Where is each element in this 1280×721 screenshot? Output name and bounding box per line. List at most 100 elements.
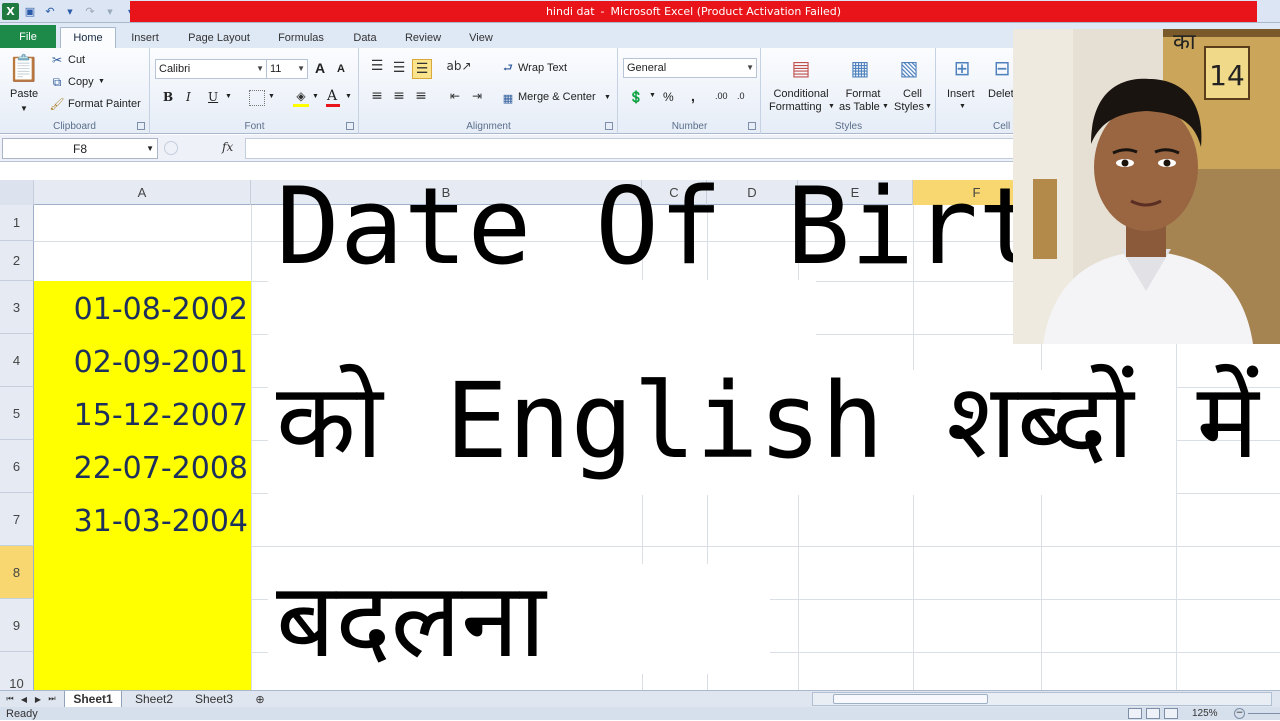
row-header[interactable]: 3 xyxy=(0,281,34,334)
page-break-view-icon[interactable] xyxy=(1164,708,1178,719)
copy-icon[interactable]: ⧉ xyxy=(50,75,64,89)
select-all-corner[interactable] xyxy=(0,180,34,205)
chevron-down-icon[interactable]: ▼ xyxy=(925,103,932,110)
wrap-text-button[interactable]: Wrap Text xyxy=(518,62,567,74)
copy-button[interactable]: Copy xyxy=(68,76,94,88)
decrease-indent-icon[interactable]: ⇤ xyxy=(446,88,464,104)
zoom-slider[interactable] xyxy=(1248,713,1280,714)
row-header[interactable]: 2 xyxy=(0,241,34,281)
chevron-down-icon[interactable]: ▼ xyxy=(345,93,352,100)
align-left-icon[interactable]: ≡ xyxy=(368,88,386,104)
redo-icon[interactable]: ↷ xyxy=(81,3,99,21)
date-cell[interactable]: 15-12-2007 xyxy=(34,389,248,442)
delete-cells-icon[interactable]: ⊟ xyxy=(989,54,1015,82)
delete-cells-button[interactable]: Delet xyxy=(988,88,1014,100)
dialog-launcher-icon[interactable] xyxy=(137,122,145,130)
conditional-formatting-label-2[interactable]: Formatting xyxy=(769,101,822,113)
tab-page-layout[interactable]: Page Layout xyxy=(178,27,260,48)
date-cell[interactable]: 22-07-2008 xyxy=(34,442,248,495)
sheet-tab-sheet1[interactable]: Sheet1 xyxy=(64,691,122,707)
first-sheet-icon[interactable]: ⏮ xyxy=(4,692,16,706)
shrink-font-button[interactable]: A xyxy=(337,63,345,75)
currency-icon[interactable]: 💲 xyxy=(627,89,645,105)
orientation-icon[interactable]: ab↗ xyxy=(446,58,471,74)
cell-styles-icon[interactable]: ▧ xyxy=(896,54,922,82)
insert-cells-icon[interactable]: ⊞ xyxy=(947,54,977,82)
format-as-table-label-2[interactable]: as Table xyxy=(839,101,880,113)
cut-button[interactable]: Cut xyxy=(68,54,85,66)
scissors-icon[interactable]: ✂ xyxy=(50,53,64,67)
next-sheet-icon[interactable]: ▶ xyxy=(32,692,44,706)
zoom-out-icon[interactable]: − xyxy=(1234,708,1245,719)
chevron-down-icon[interactable]: ▼ xyxy=(959,103,966,110)
resize-handle-icon[interactable] xyxy=(164,141,178,155)
dialog-launcher-icon[interactable] xyxy=(605,122,613,130)
chevron-down-icon[interactable]: ▼ xyxy=(882,103,889,110)
chevron-down-icon[interactable]: ▼ xyxy=(649,92,656,99)
format-painter-button[interactable]: Format Painter xyxy=(68,98,141,110)
insert-sheet-icon[interactable]: ⊕ xyxy=(248,691,272,707)
row-header[interactable]: 6 xyxy=(0,440,34,493)
conditional-formatting-icon[interactable]: ▤ xyxy=(788,54,814,82)
format-painter-icon[interactable]: 🖌 xyxy=(49,97,64,111)
format-as-table-icon[interactable]: ▦ xyxy=(847,54,873,82)
date-cell[interactable]: 01-08-2002 xyxy=(34,283,248,336)
align-bottom-icon[interactable]: ☰ xyxy=(412,59,432,79)
date-cell[interactable]: 31-03-2004 xyxy=(34,495,248,548)
paste-icon[interactable]: 📋 xyxy=(8,52,40,86)
align-right-icon[interactable]: ≡ xyxy=(412,88,430,104)
cell-styles-label-2[interactable]: Styles xyxy=(894,101,924,113)
tab-file[interactable]: File xyxy=(0,25,56,48)
chevron-down-icon[interactable]: ▼ xyxy=(268,93,275,100)
scrollbar-thumb[interactable] xyxy=(833,694,988,704)
chevron-down-icon[interactable]: ▼ xyxy=(101,3,119,21)
increase-decimal-button[interactable]: .00 xyxy=(715,91,728,101)
bold-button[interactable]: B xyxy=(163,90,173,104)
page-layout-view-icon[interactable] xyxy=(1146,708,1160,719)
font-size-select[interactable]: 11 ▼ xyxy=(266,59,308,79)
dialog-launcher-icon[interactable] xyxy=(748,122,756,130)
increase-indent-icon[interactable]: ⇥ xyxy=(468,88,486,104)
chevron-down-icon[interactable]: ▼ xyxy=(604,94,611,101)
align-center-icon[interactable]: ≡ xyxy=(390,88,408,104)
tab-review[interactable]: Review xyxy=(396,27,450,48)
dialog-launcher-icon[interactable] xyxy=(346,122,354,130)
row-header[interactable]: 7 xyxy=(0,493,34,546)
format-as-table-label-1[interactable]: Format xyxy=(840,88,886,100)
conditional-formatting-label-1[interactable]: Conditional xyxy=(770,88,832,100)
previous-sheet-icon[interactable]: ◀ xyxy=(18,692,30,706)
date-cell[interactable]: 02-09-2001 xyxy=(34,336,248,389)
chevron-down-icon[interactable]: ▼ xyxy=(61,3,79,21)
font-color-icon[interactable]: A xyxy=(327,88,337,104)
name-box[interactable]: F8 ▼ xyxy=(2,138,158,159)
row-header[interactable]: 5 xyxy=(0,387,34,440)
tab-home[interactable]: Home xyxy=(60,27,116,48)
number-format-select[interactable]: General ▼ xyxy=(623,58,757,78)
tab-formulas[interactable]: Formulas xyxy=(268,27,334,48)
sheet-tab-sheet3[interactable]: Sheet3 xyxy=(186,691,242,707)
row-header[interactable]: 10 xyxy=(0,652,34,690)
tab-insert[interactable]: Insert xyxy=(120,27,170,48)
insert-function-icon[interactable]: fx xyxy=(222,140,233,154)
chevron-down-icon[interactable]: ▼ xyxy=(312,93,319,100)
last-sheet-icon[interactable]: ⏭ xyxy=(46,692,58,706)
align-middle-icon[interactable]: ☰ xyxy=(390,60,408,76)
undo-icon[interactable]: ↶ xyxy=(41,3,59,21)
decrease-decimal-button[interactable]: .0 xyxy=(737,91,745,101)
font-name-select[interactable]: Calibri ▼ xyxy=(155,59,267,79)
normal-view-icon[interactable] xyxy=(1128,708,1142,719)
fill-color-icon[interactable]: ◈ xyxy=(293,88,309,104)
row-header[interactable]: 1 xyxy=(0,205,34,241)
wrap-text-icon[interactable]: ⮐ xyxy=(500,60,516,76)
comma-button[interactable]: , xyxy=(691,88,695,104)
percent-button[interactable]: % xyxy=(663,90,674,104)
chevron-down-icon[interactable]: ▼ xyxy=(20,104,28,113)
align-top-icon[interactable]: ☰ xyxy=(368,58,386,74)
zoom-level[interactable]: 125% xyxy=(1192,707,1218,721)
chevron-down-icon[interactable]: ▼ xyxy=(828,103,835,110)
tab-view[interactable]: View xyxy=(458,27,504,48)
column-header[interactable]: A xyxy=(34,180,251,205)
cell-styles-label-1[interactable]: Cell xyxy=(903,88,922,100)
merge-center-icon[interactable]: ▦ xyxy=(500,90,516,106)
row-header-selected[interactable]: 8 xyxy=(0,546,34,599)
